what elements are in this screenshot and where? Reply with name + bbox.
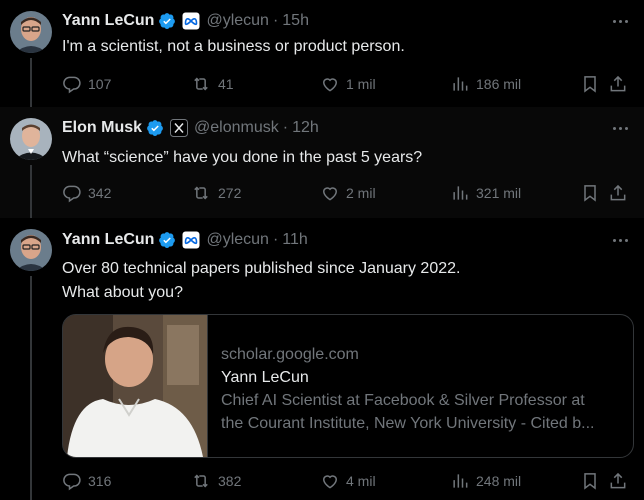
tweet-2[interactable]: Elon Musk @elonmusk · 12h What “science”…: [0, 107, 644, 218]
tweet-header: Yann LeCun @ylecun · 11h: [62, 229, 308, 251]
reply-icon: [62, 183, 82, 203]
author-name[interactable]: Elon Musk: [62, 119, 142, 137]
retweet-icon: [190, 471, 212, 491]
share-button[interactable]: [608, 470, 628, 492]
views-button[interactable]: 248 mil: [450, 470, 521, 492]
views-button[interactable]: 186 mil: [450, 73, 521, 95]
share-icon: [608, 74, 628, 94]
author-name[interactable]: Yann LeCun: [62, 12, 154, 30]
bookmark-icon: [580, 74, 600, 94]
bookmark-button[interactable]: [580, 73, 600, 95]
avatar[interactable]: [10, 11, 52, 53]
heart-icon: [320, 183, 340, 203]
reply-button[interactable]: 316: [62, 470, 111, 492]
tweet-text-line-2: What about you?: [62, 284, 183, 301]
views-button[interactable]: 321 mil: [450, 182, 521, 204]
card-thumbnail[interactable]: [63, 315, 208, 457]
more-options-icon[interactable]: [608, 118, 632, 138]
views-icon: [450, 74, 470, 94]
meta-logo-icon: [182, 231, 200, 249]
retweet-icon: [190, 183, 212, 203]
separator-dot: ·: [272, 12, 279, 29]
card-domain: scholar.google.com: [221, 346, 359, 363]
views-count: 321 mil: [476, 185, 522, 201]
card-description-line-1: Chief AI Scientist at Facebook & Silver …: [221, 392, 585, 409]
like-count: 1 mil: [346, 76, 376, 92]
reply-count: 107: [88, 76, 112, 92]
tweet-actions: 316 382 4 mil 248 mil: [62, 470, 632, 492]
author-handle[interactable]: @ylecun: [206, 12, 269, 30]
avatar[interactable]: [10, 118, 52, 160]
verified-badge-icon: [158, 12, 176, 30]
verified-badge-icon: [158, 231, 176, 249]
more-options-icon[interactable]: [608, 11, 632, 31]
tweet-text-line-1: Over 80 technical papers published since…: [62, 260, 461, 277]
author-handle[interactable]: @elonmusk: [194, 119, 279, 137]
tweet-header: Elon Musk @elonmusk · 12h: [62, 117, 319, 139]
bookmark-button[interactable]: [580, 182, 600, 204]
views-count: 186 mil: [476, 76, 522, 92]
reply-count: 342: [88, 185, 112, 201]
retweet-count: 41: [218, 76, 234, 92]
link-preview-card[interactable]: scholar.google.com Yann LeCun Chief AI S…: [62, 314, 634, 458]
thread-line: [30, 58, 32, 107]
bookmark-icon: [580, 183, 600, 203]
share-button[interactable]: [608, 73, 628, 95]
verified-badge-icon: [146, 119, 164, 137]
retweet-button[interactable]: 382: [190, 470, 241, 492]
card-title: Yann LeCun: [221, 369, 309, 386]
tweet-1[interactable]: Yann LeCun @ylecun · 15h I'm a scientist…: [0, 0, 644, 107]
tweet-time[interactable]: 12h: [292, 119, 319, 137]
retweet-count: 272: [218, 185, 242, 201]
tweet-text: Over 80 technical papers published since…: [62, 257, 630, 305]
heart-icon: [320, 74, 340, 94]
views-count: 248 mil: [476, 473, 522, 489]
thread-line: [30, 165, 32, 218]
bookmark-icon: [580, 471, 600, 491]
tweet-text: What “science” have you done in the past…: [62, 149, 423, 166]
views-icon: [450, 183, 470, 203]
reply-icon: [62, 471, 82, 491]
reply-button[interactable]: 342: [62, 182, 111, 204]
retweet-button[interactable]: 41: [190, 73, 234, 95]
thread-line: [30, 276, 32, 500]
retweet-button[interactable]: 272: [190, 182, 241, 204]
like-button[interactable]: 4 mil: [320, 470, 376, 492]
share-icon: [608, 471, 628, 491]
meta-logo-icon: [182, 12, 200, 30]
like-button[interactable]: 1 mil: [320, 73, 376, 95]
tweet-actions: 107 41 1 mil 186 mil: [62, 73, 632, 95]
like-count: 4 mil: [346, 473, 376, 489]
views-icon: [450, 471, 470, 491]
avatar[interactable]: [10, 229, 52, 271]
reply-count: 316: [88, 473, 112, 489]
tweet-3[interactable]: Yann LeCun @ylecun · 11h Over 80 technic…: [0, 218, 644, 500]
separator-dot: ·: [272, 231, 279, 248]
share-icon: [608, 183, 628, 203]
separator-dot: ·: [282, 119, 289, 136]
bookmark-button[interactable]: [580, 470, 600, 492]
card-body[interactable]: scholar.google.com Yann LeCun Chief AI S…: [221, 343, 619, 435]
reply-button[interactable]: 107: [62, 73, 111, 95]
tweet-time[interactable]: 15h: [282, 12, 309, 30]
author-handle[interactable]: @ylecun: [206, 231, 269, 249]
tweet-text: I'm a scientist, not a business or produ…: [62, 38, 405, 55]
heart-icon: [320, 471, 340, 491]
like-button[interactable]: 2 mil: [320, 182, 376, 204]
tweet-actions: 342 272 2 mil 321 mil: [62, 182, 632, 204]
retweet-icon: [190, 74, 212, 94]
tweet-time[interactable]: 11h: [282, 231, 308, 249]
retweet-count: 382: [218, 473, 242, 489]
author-name[interactable]: Yann LeCun: [62, 231, 154, 249]
x-logo-icon: [170, 119, 189, 137]
share-button[interactable]: [608, 182, 628, 204]
card-description-line-2: the Courant Institute, New York Universi…: [221, 415, 595, 432]
more-options-icon[interactable]: [608, 230, 632, 250]
tweet-header: Yann LeCun @ylecun · 15h: [62, 10, 309, 32]
reply-icon: [62, 74, 82, 94]
like-count: 2 mil: [346, 185, 376, 201]
